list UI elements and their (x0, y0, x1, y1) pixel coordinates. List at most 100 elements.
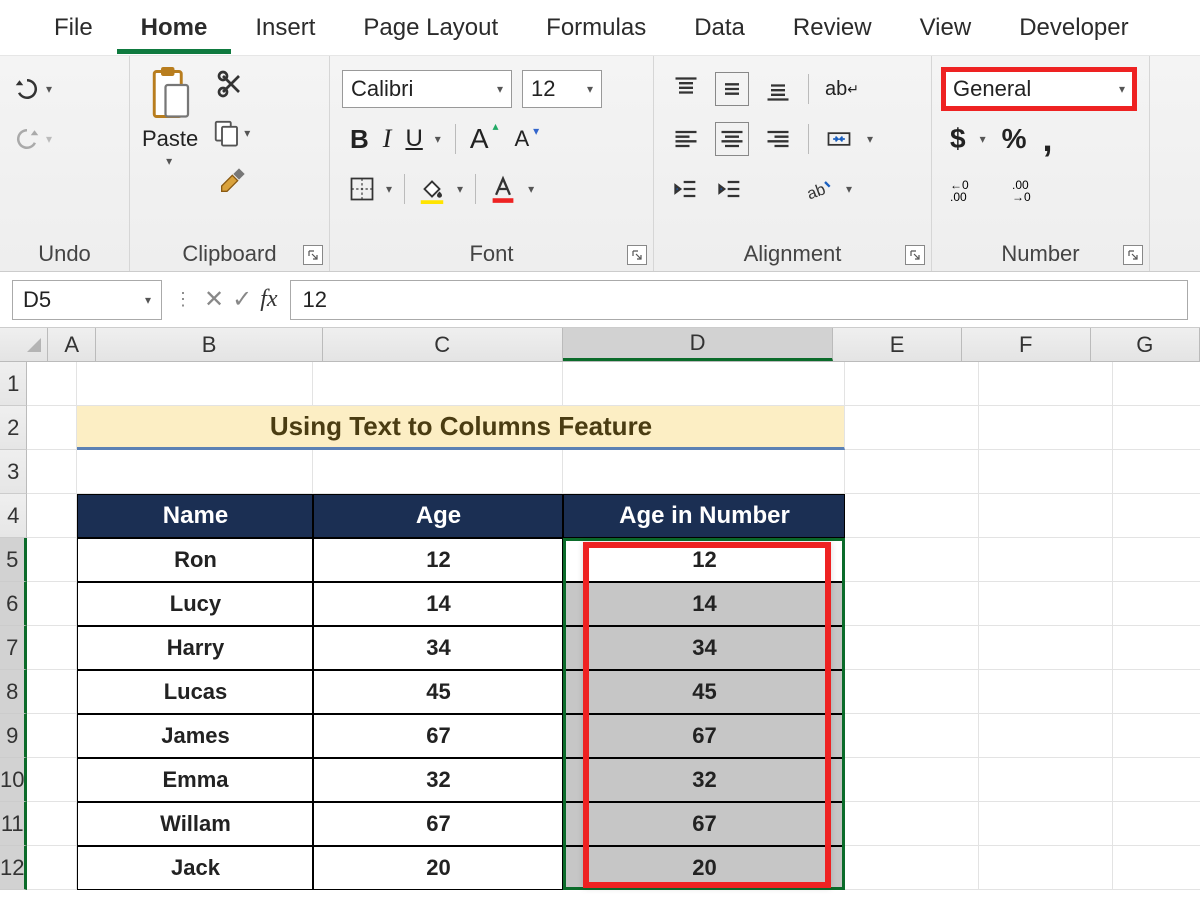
table-cell[interactable]: Lucy (77, 582, 313, 626)
merge-dropdown-icon[interactable]: ▾ (867, 132, 873, 146)
sheet-title[interactable]: Using Text to Columns Feature (77, 406, 845, 450)
row-header-10[interactable]: 10 (0, 758, 27, 802)
number-format-dropdown[interactable]: General▾ (944, 70, 1134, 108)
table-cell[interactable]: 67 (563, 714, 845, 758)
font-color-dropdown-icon[interactable]: ▾ (528, 182, 534, 196)
underline-dropdown-icon[interactable]: ▾ (435, 132, 441, 146)
formula-input[interactable]: 12 (290, 280, 1188, 320)
cancel-icon[interactable]: ✕ (204, 285, 224, 314)
tab-formulas[interactable]: Formulas (522, 2, 670, 54)
decrease-indent-icon[interactable] (672, 175, 700, 203)
underline-button[interactable]: U (405, 125, 422, 153)
col-header-E[interactable]: E (833, 328, 962, 361)
table-cell[interactable]: James (77, 714, 313, 758)
row-header-5[interactable]: 5 (0, 538, 27, 582)
decrease-font-icon[interactable]: A▾ (515, 126, 530, 152)
table-cell[interactable]: 67 (563, 802, 845, 846)
bold-button[interactable]: B (350, 124, 369, 155)
borders-dropdown-icon[interactable]: ▾ (386, 182, 392, 196)
table-cell[interactable]: Harry (77, 626, 313, 670)
row-header-7[interactable]: 7 (0, 626, 27, 670)
row-header-12[interactable]: 12 (0, 846, 27, 890)
table-cell[interactable]: 67 (313, 802, 563, 846)
table-cell[interactable]: Lucas (77, 670, 313, 714)
copy-icon[interactable] (212, 118, 242, 148)
align-left-icon[interactable] (672, 125, 700, 153)
accounting-dropdown-icon[interactable]: ▾ (980, 132, 986, 146)
table-header-age[interactable]: Age (313, 494, 563, 538)
accounting-icon[interactable]: $ (950, 123, 966, 155)
format-painter-icon[interactable] (212, 166, 250, 198)
redo-icon[interactable] (12, 124, 42, 154)
row-header-6[interactable]: 6 (0, 582, 27, 626)
percent-icon[interactable]: % (1002, 123, 1027, 155)
row-header-9[interactable]: 9 (0, 714, 27, 758)
row-header-3[interactable]: 3 (0, 450, 27, 494)
row-header-4[interactable]: 4 (0, 494, 27, 538)
align-right-icon[interactable] (764, 125, 792, 153)
table-cell[interactable]: Emma (77, 758, 313, 802)
decrease-decimal-icon[interactable]: .00→0 (1012, 175, 1052, 203)
tab-developer[interactable]: Developer (995, 2, 1152, 54)
tab-file[interactable]: File (30, 2, 117, 54)
table-cell[interactable]: Jack (77, 846, 313, 890)
borders-icon[interactable] (348, 175, 376, 203)
increase-font-icon[interactable]: A▴ (470, 123, 489, 155)
tab-insert[interactable]: Insert (231, 2, 339, 54)
clipboard-launcher[interactable] (303, 245, 323, 265)
tab-home[interactable]: Home (117, 2, 232, 54)
table-cell[interactable]: 20 (563, 846, 845, 890)
alignment-launcher[interactable] (905, 245, 925, 265)
enter-icon[interactable]: ✓ (232, 285, 252, 314)
col-header-A[interactable]: A (48, 328, 96, 361)
merge-icon[interactable] (825, 125, 853, 153)
table-cell[interactable]: 32 (313, 758, 563, 802)
undo-dropdown-icon[interactable]: ▾ (46, 82, 52, 96)
cut-icon[interactable] (212, 68, 250, 100)
namebox-dropdown-icon[interactable]: ▾ (145, 293, 151, 307)
table-cell[interactable]: 67 (313, 714, 563, 758)
paste-dropdown-icon[interactable]: ▾ (166, 154, 172, 168)
redo-dropdown-icon[interactable]: ▾ (46, 132, 52, 146)
row-header-1[interactable]: 1 (0, 362, 27, 406)
font-launcher[interactable] (627, 245, 647, 265)
col-header-C[interactable]: C (323, 328, 563, 361)
orientation-dropdown-icon[interactable]: ▾ (846, 182, 852, 196)
table-header-age-number[interactable]: Age in Number (563, 494, 845, 538)
align-middle-icon[interactable] (716, 73, 748, 105)
wrap-text-icon[interactable]: ab↵ (825, 78, 859, 101)
fx-icon[interactable]: fx (260, 286, 277, 313)
fill-color-icon[interactable] (417, 174, 447, 204)
italic-button[interactable]: I (383, 124, 392, 154)
col-header-F[interactable]: F (962, 328, 1091, 361)
col-header-B[interactable]: B (96, 328, 323, 361)
table-cell[interactable]: Ron (77, 538, 313, 582)
tab-data[interactable]: Data (670, 2, 769, 54)
tab-page-layout[interactable]: Page Layout (339, 2, 522, 54)
table-cell[interactable]: 14 (563, 582, 845, 626)
copy-dropdown-icon[interactable]: ▾ (244, 126, 250, 140)
col-header-D[interactable]: D (563, 328, 834, 361)
align-bottom-icon[interactable] (764, 75, 792, 103)
table-cell[interactable]: 34 (313, 626, 563, 670)
table-cell[interactable]: Willam (77, 802, 313, 846)
tab-review[interactable]: Review (769, 2, 896, 54)
col-header-G[interactable]: G (1091, 328, 1200, 361)
table-cell[interactable]: 12 (313, 538, 563, 582)
number-launcher[interactable] (1123, 245, 1143, 265)
align-center-icon[interactable] (716, 123, 748, 155)
fill-color-dropdown-icon[interactable]: ▾ (457, 182, 463, 196)
table-cell[interactable]: 45 (563, 670, 845, 714)
undo-icon[interactable] (12, 74, 42, 104)
row-header-8[interactable]: 8 (0, 670, 27, 714)
font-name-dropdown[interactable]: Calibri▾ (342, 70, 512, 108)
paste-label[interactable]: Paste (142, 126, 198, 152)
increase-decimal-icon[interactable]: ←0.00 (950, 175, 990, 203)
table-cell[interactable]: 34 (563, 626, 845, 670)
align-top-icon[interactable] (672, 75, 700, 103)
orientation-icon[interactable]: ab (804, 175, 832, 203)
table-cell[interactable]: 32 (563, 758, 845, 802)
row-header-2[interactable]: 2 (0, 406, 27, 450)
font-color-icon[interactable] (488, 174, 518, 204)
increase-indent-icon[interactable] (716, 175, 744, 203)
